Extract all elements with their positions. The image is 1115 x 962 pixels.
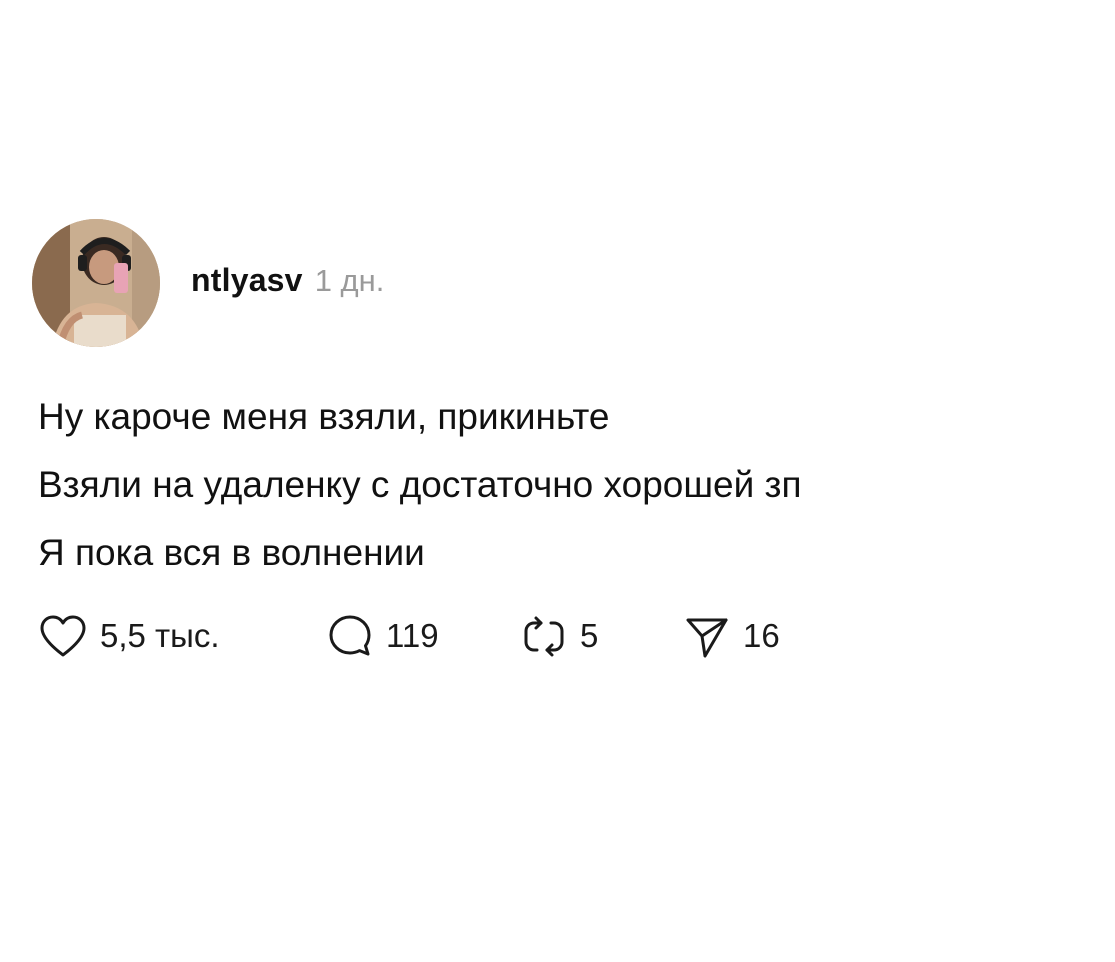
share-button[interactable]: 16 [683,610,780,662]
post-header: ntlyasv 1 дн. [191,262,384,308]
thread-post: ntlyasv 1 дн. Ну кароче меня взяли, прик… [0,0,1115,962]
post-text-line: Взяли на удаленку с достаточно хорошей з… [38,464,802,505]
like-count: 5,5 тыс. [100,617,220,654]
repost-button[interactable]: 5 [520,610,598,662]
comment-icon [329,615,371,656]
post-body: Ну кароче меня взяли, прикиньте Взяли на… [38,383,1078,587]
avatar-photo [32,219,160,347]
heart-icon [40,615,86,657]
send-icon [686,618,728,658]
post-time: 1 дн. [314,263,385,298]
post-text-line: Ну кароче меня взяли, прикиньте [38,396,610,437]
post-text-line: Я пока вся в волнении [38,532,425,573]
reply-button[interactable]: 119 [326,610,439,662]
username[interactable]: ntlyasv [191,262,303,299]
repost-icon [524,616,564,657]
like-button[interactable]: 5,5 тыс. [38,610,220,662]
repost-count: 5 [580,617,599,654]
reply-count: 119 [386,617,439,654]
share-count: 16 [743,617,780,654]
avatar[interactable] [32,219,160,347]
